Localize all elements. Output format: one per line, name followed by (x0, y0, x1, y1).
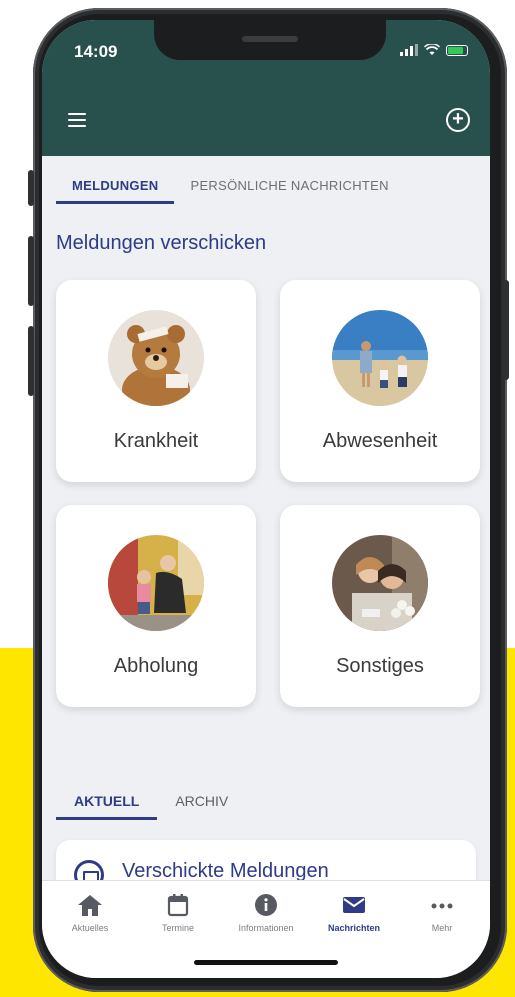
app-screen: 14:09 + MELDUNGEN PERSÖNLICHE NACHRICHTE… (42, 20, 490, 978)
nav-mehr[interactable]: Mehr (398, 893, 486, 933)
section-title: Meldungen verschicken (56, 232, 267, 254)
hamburger-menu-icon[interactable] (68, 113, 86, 127)
volume-down-button (28, 326, 34, 396)
status-icons (400, 44, 468, 56)
card-label: Abwesenheit (322, 430, 438, 452)
tab-aktuell[interactable]: AKTUELL (56, 793, 158, 820)
home-icon (77, 893, 103, 917)
volume-up-button (28, 236, 34, 306)
envelope-icon (341, 893, 367, 917)
nav-label: Termine (161, 923, 194, 933)
status-time: 14:09 (74, 42, 118, 61)
nav-informationen[interactable]: Informationen (222, 893, 310, 933)
more-icon (429, 893, 455, 917)
message-tabs: MELDUNGEN PERSÖNLICHE NACHRICHTEN (56, 178, 405, 204)
nav-termine[interactable]: Termine (134, 893, 222, 933)
nav-label: Mehr (431, 923, 453, 933)
home-indicator[interactable] (194, 960, 338, 965)
tab-persoenliche-nachrichten[interactable]: PERSÖNLICHE NACHRICHTEN (174, 178, 404, 204)
card-abwesenheit[interactable]: Abwesenheit (280, 280, 480, 482)
nav-label: Nachrichten (327, 923, 380, 933)
nav-label: Aktuelles (71, 923, 109, 933)
mother-child-image (332, 535, 428, 631)
card-krankheit[interactable]: Krankheit (56, 280, 256, 482)
signal-icon (400, 44, 418, 56)
power-button (503, 280, 509, 380)
info-icon (253, 893, 279, 917)
add-circle-button[interactable]: + (446, 108, 470, 132)
pickup-image (108, 535, 204, 631)
history-tabs: AKTUELL ARCHIV (56, 793, 246, 820)
card-abholung[interactable]: Abholung (56, 505, 256, 707)
nav-nachrichten[interactable]: Nachrichten (310, 893, 398, 933)
card-label: Krankheit (113, 430, 199, 452)
calendar-icon (165, 893, 191, 917)
battery-icon (446, 44, 468, 56)
beach-family-image (332, 310, 428, 406)
speaker (242, 36, 298, 42)
teddy-bear-image (108, 310, 204, 406)
wifi-icon (424, 44, 440, 55)
phone-notch (154, 20, 386, 60)
tab-archiv[interactable]: ARCHIV (157, 793, 246, 820)
mute-switch (28, 170, 34, 206)
nav-label: Informationen (238, 923, 294, 933)
card-label: Abholung (113, 655, 199, 677)
nav-aktuelles[interactable]: Aktuelles (46, 893, 134, 933)
card-label: Sonstiges (336, 655, 424, 677)
card-sonstiges[interactable]: Sonstiges (280, 505, 480, 707)
tab-meldungen[interactable]: MELDUNGEN (56, 178, 175, 204)
